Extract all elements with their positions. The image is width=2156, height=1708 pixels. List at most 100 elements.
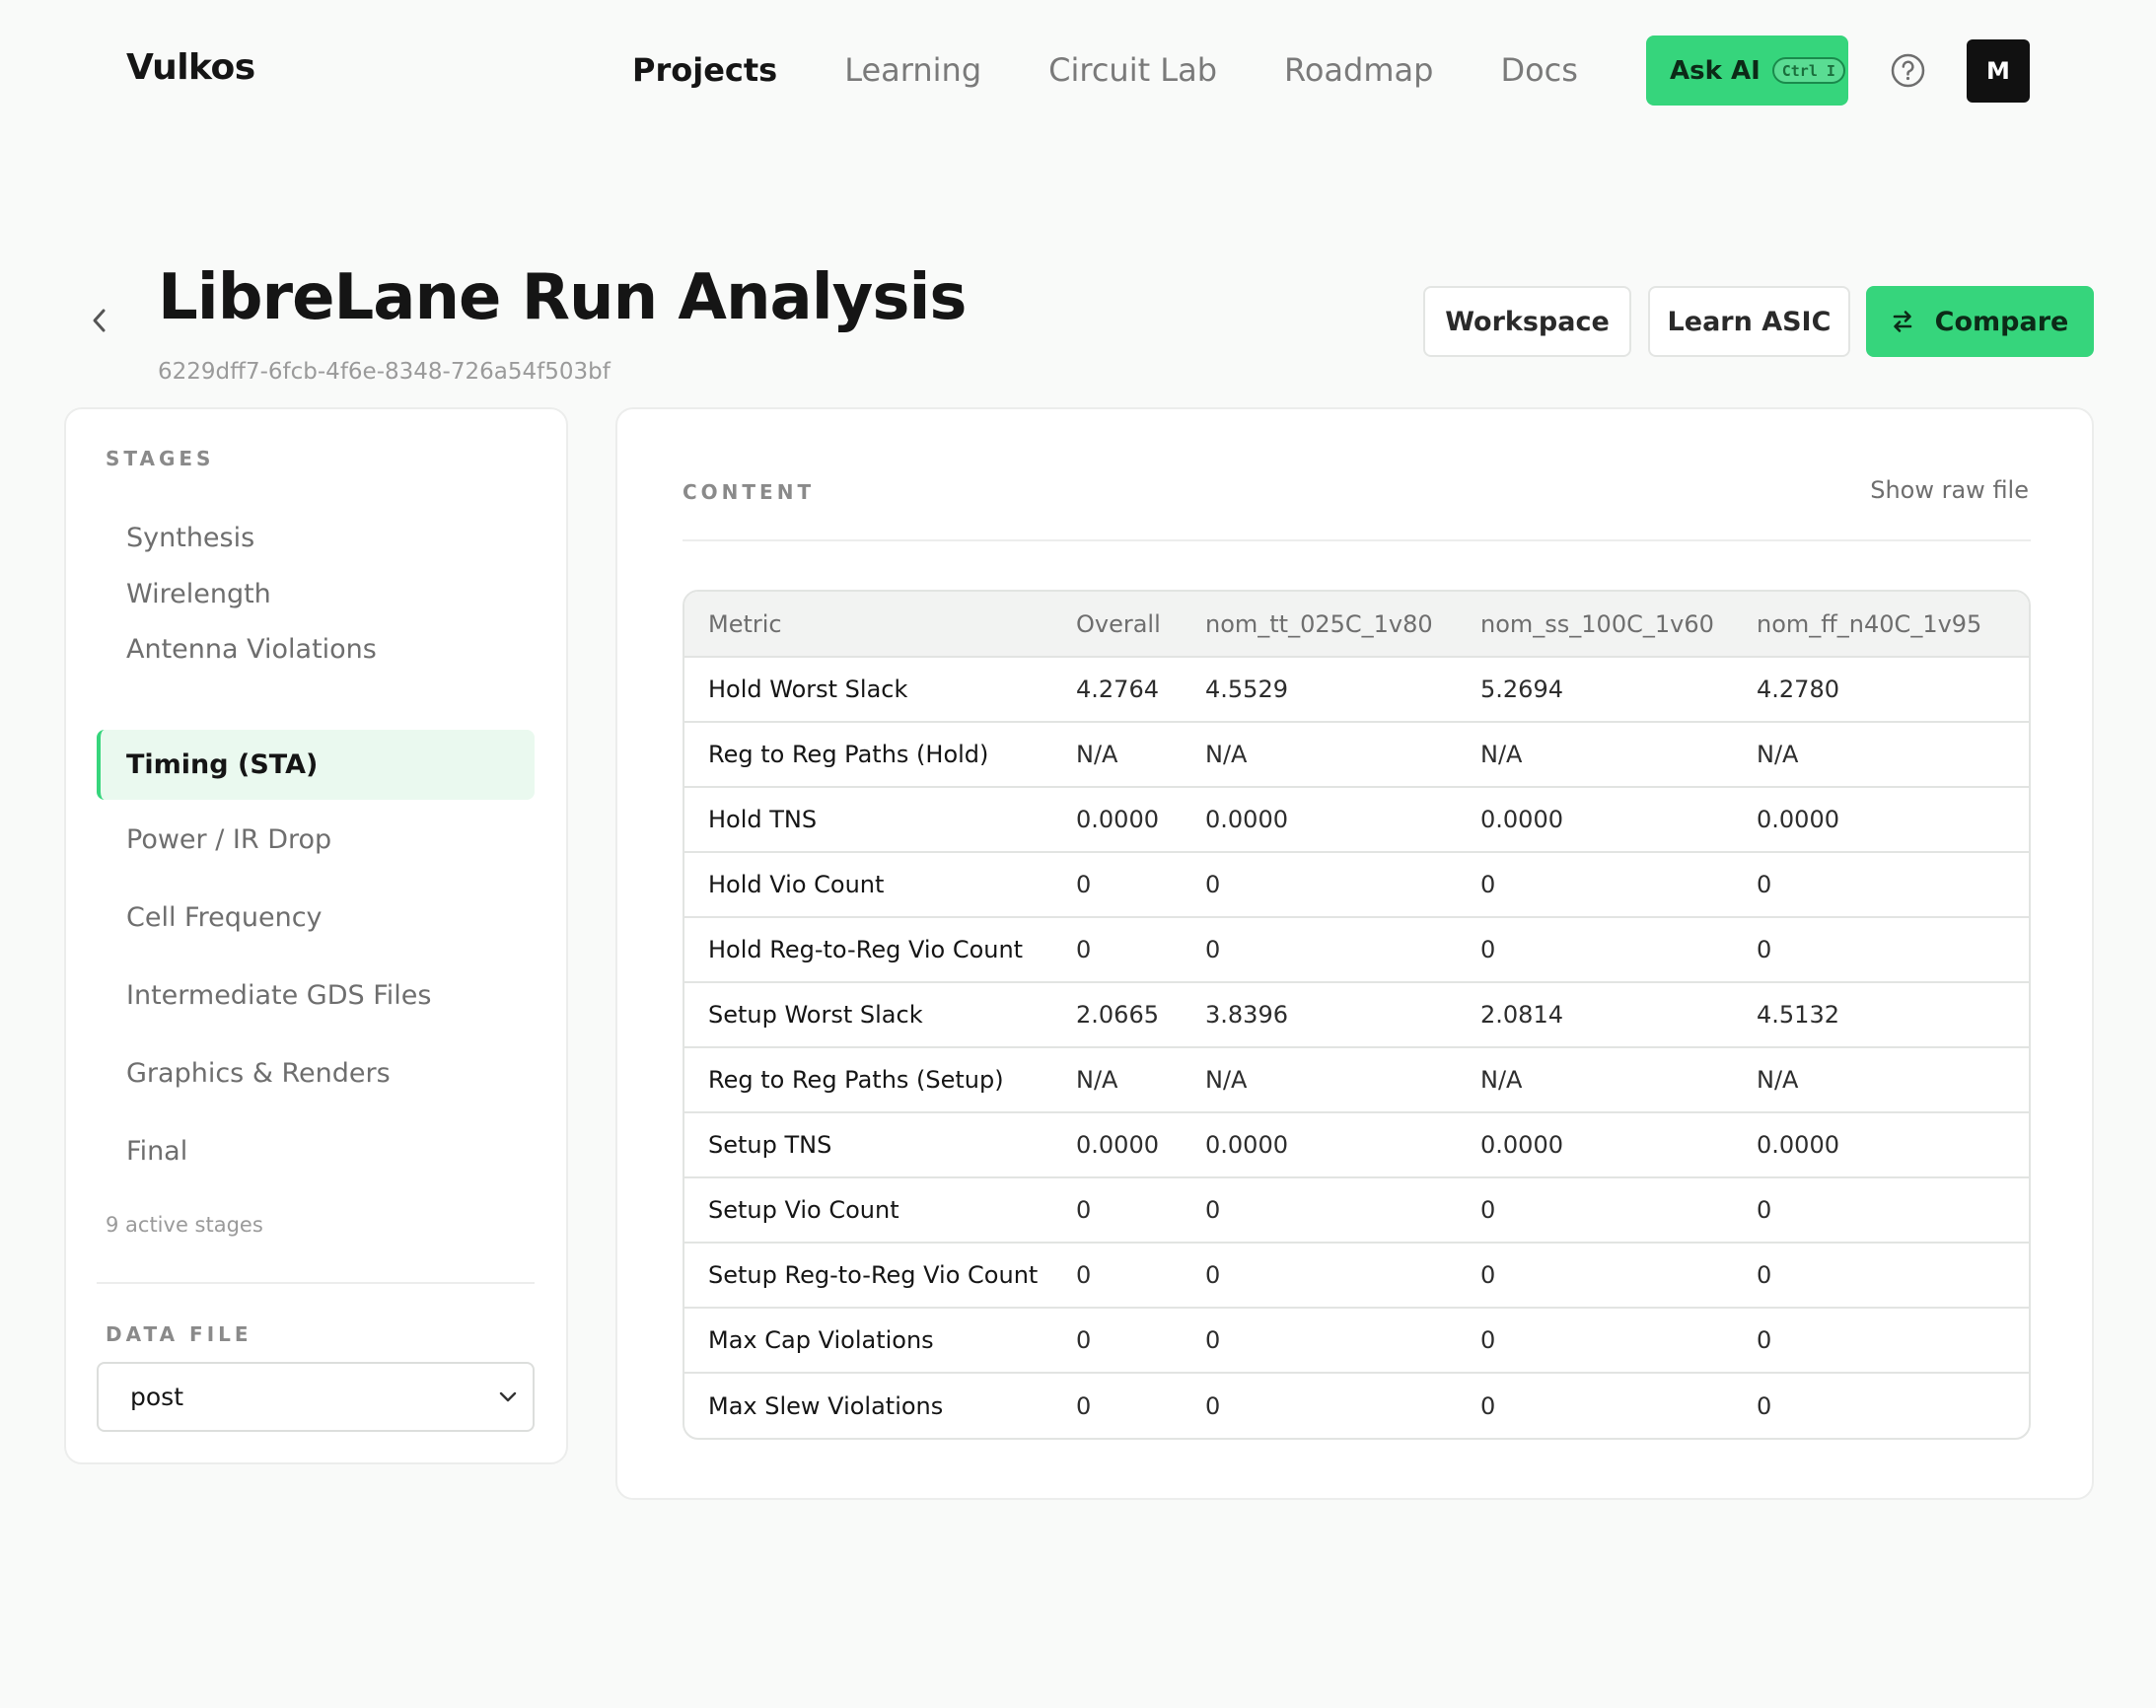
metric-name-cell: Hold Vio Count — [684, 852, 1052, 918]
metric-value-cell: 0 — [1184, 1177, 1459, 1244]
swap-arrows-icon — [1893, 311, 1911, 332]
stage-intermediate-gds[interactable]: Intermediate GDS Files — [97, 961, 535, 1031]
metric-name-cell: Reg to Reg Paths (Setup) — [684, 1047, 1052, 1113]
metric-value-cell: N/A — [1052, 722, 1184, 788]
run-id: 6229dff7-6fcb-4f6e-8348-726a54f503bf — [158, 359, 611, 385]
show-raw-file-link[interactable]: Show raw file — [1870, 476, 2029, 504]
metric-name-cell: Setup Worst Slack — [684, 982, 1052, 1048]
table-row: Setup TNS 0.0000 0.0000 0.0000 0.0000 — [684, 1112, 2029, 1178]
stage-power-ir-drop[interactable]: Power / IR Drop — [97, 805, 535, 875]
metric-value-cell: 0 — [1757, 1391, 1772, 1420]
nav-link-roadmap[interactable]: Roadmap — [1284, 51, 1433, 89]
table-row: Setup Reg-to-Reg Vio Count 0 0 0 0 — [684, 1243, 2029, 1309]
col-header-ff: nom_ff_n40C_1v95 — [1735, 592, 2029, 658]
ask-ai-label: Ask AI — [1670, 55, 1761, 86]
stage-graphics-renders[interactable]: Graphics & Renders — [97, 1038, 535, 1108]
data-file-value: post — [130, 1383, 183, 1411]
help-circle-icon[interactable] — [1891, 53, 1925, 88]
metric-value-cell: 0 — [1459, 917, 1735, 983]
metric-value-cell: N/A — [1459, 1047, 1735, 1113]
metric-value-cell: 0 — [1184, 1308, 1459, 1374]
user-avatar[interactable]: M — [1967, 39, 2030, 103]
metric-name-cell: Hold Reg-to-Reg Vio Count — [684, 917, 1052, 983]
content-label: CONTENT — [683, 480, 816, 504]
nav-link-learning[interactable]: Learning — [844, 51, 981, 89]
col-header-metric: Metric — [684, 592, 1052, 658]
metric-value-cell: 0 — [1735, 852, 2029, 918]
metric-name-cell: Max Slew Violations — [708, 1391, 944, 1420]
metric-value-cell: 0 — [1205, 1391, 1221, 1420]
page-title: LibreLane Run Analysis — [158, 261, 967, 334]
metric-value-cell: 0 — [1735, 1177, 2029, 1244]
metric-value-cell: 0.0000 — [1184, 1112, 1459, 1178]
content-panel: CONTENT Show raw file Metric Overall nom… — [615, 407, 2094, 1500]
metric-value-cell: 0 — [1480, 1391, 1496, 1420]
table-header-row: Metric Overall nom_tt_025C_1v80 nom_ss_1… — [684, 592, 2029, 658]
stages-sidebar: STAGES Synthesis Wirelength Antenna Viol… — [64, 407, 568, 1464]
metric-value-cell: 0 — [1052, 917, 1184, 983]
table-row: Hold TNS 0.0000 0.0000 0.0000 0.0000 — [684, 787, 2029, 853]
metric-value-cell: 0 — [1184, 1243, 1459, 1309]
metric-name-cell: Max Cap Violations — [684, 1308, 1052, 1374]
metric-value-cell: 4.5529 — [1184, 657, 1459, 723]
metric-value-cell: 0.0000 — [1459, 1112, 1735, 1178]
metric-value-cell: 0 — [1459, 1243, 1735, 1309]
stage-timing-sta[interactable]: Timing (STA) — [97, 730, 535, 800]
metric-value-cell: 0 — [1459, 1177, 1735, 1244]
table-row: Setup Worst Slack 2.0665 3.8396 2.0814 4.513… — [684, 982, 2029, 1048]
metric-name-cell: Hold TNS — [684, 787, 1052, 853]
nav-link-docs[interactable]: Docs — [1500, 51, 1577, 89]
shortcut-badge: Ctrl I — [1771, 57, 1845, 84]
metric-value-cell: 0 — [1735, 1243, 2029, 1309]
workspace-button[interactable]: Workspace — [1423, 286, 1631, 357]
stage-count: 9 active stages — [106, 1213, 263, 1237]
stage-cell-frequency[interactable]: Cell Frequency — [97, 883, 535, 953]
metric-value-cell: 0 — [1459, 852, 1735, 918]
col-header-tt: nom_tt_025C_1v80 — [1184, 592, 1459, 658]
brand-logo[interactable]: Vulkos — [126, 47, 255, 88]
metric-name-cell: Setup Vio Count — [684, 1177, 1052, 1244]
compare-button[interactable]: Compare — [1866, 286, 2094, 357]
metric-value-cell: N/A — [1459, 722, 1735, 788]
metric-name-cell: Hold Worst Slack — [684, 657, 1052, 723]
metric-value-cell: 4.5132 — [1735, 982, 2029, 1048]
metric-value-cell: 5.2694 — [1459, 657, 1735, 723]
table-row: Reg to Reg Paths (Hold) N/A N/A N/A N/A — [684, 722, 2029, 788]
metric-value-cell: N/A — [1052, 1047, 1184, 1113]
metric-value-cell: 0 — [1735, 1308, 2029, 1374]
metric-value-cell: 0 — [1052, 852, 1184, 918]
table-row: Hold Worst Slack 4.2764 4.5529 5.2694 4.2780 — [684, 657, 2029, 723]
table-row: Reg to Reg Paths (Setup) N/A N/A N/A N/A — [684, 1047, 2029, 1113]
metric-value-cell: 2.0665 — [1052, 982, 1184, 1048]
stage-final[interactable]: Final — [97, 1116, 535, 1186]
table-row: Max Slew Violations 0 0 0 0 — [684, 1373, 2029, 1438]
metric-value-cell: 0.0000 — [1052, 787, 1184, 853]
metric-value-cell: 0 — [1735, 917, 2029, 983]
metric-value-cell: 3.8396 — [1184, 982, 1459, 1048]
stage-antenna-violations[interactable]: Antenna Violations — [97, 614, 535, 684]
metric-value-cell: 4.2764 — [1052, 657, 1184, 723]
table-row: Hold Vio Count 0 0 0 0 — [684, 852, 2029, 918]
col-header-overall: Overall — [1052, 592, 1184, 658]
metric-name-cell: Setup Reg-to-Reg Vio Count — [684, 1243, 1052, 1309]
metric-value-cell: N/A — [1184, 1047, 1459, 1113]
table-row: Setup Vio Count 0 0 0 0 — [684, 1177, 2029, 1244]
learn-asic-button[interactable]: Learn ASIC — [1648, 286, 1850, 357]
nav-link-projects[interactable]: Projects — [632, 51, 777, 89]
metric-value-cell: 2.0814 — [1459, 982, 1735, 1048]
data-file-label: DATA FILE — [106, 1322, 252, 1346]
table-row: Hold Reg-to-Reg Vio Count 0 0 0 0 — [684, 917, 2029, 983]
data-file-select[interactable]: post — [97, 1362, 535, 1432]
sidebar-divider — [97, 1282, 535, 1284]
metric-value-cell: N/A — [1735, 722, 2029, 788]
back-chevron-icon[interactable] — [87, 306, 112, 335]
metric-value-cell: 0 — [1459, 1308, 1735, 1374]
stages-label: STAGES — [106, 447, 215, 470]
nav-link-circuit-lab[interactable]: Circuit Lab — [1048, 51, 1217, 89]
chevron-down-icon — [499, 1391, 517, 1402]
metric-value-cell: 0.0000 — [1052, 1112, 1184, 1178]
metrics-table: Metric Overall nom_tt_025C_1v80 nom_ss_1… — [683, 590, 2031, 1440]
metric-value-cell: 0 — [1076, 1391, 1092, 1420]
col-header-ss: nom_ss_100C_1v60 — [1459, 592, 1735, 658]
ask-ai-button[interactable]: Ask AI Ctrl I — [1646, 36, 1848, 106]
